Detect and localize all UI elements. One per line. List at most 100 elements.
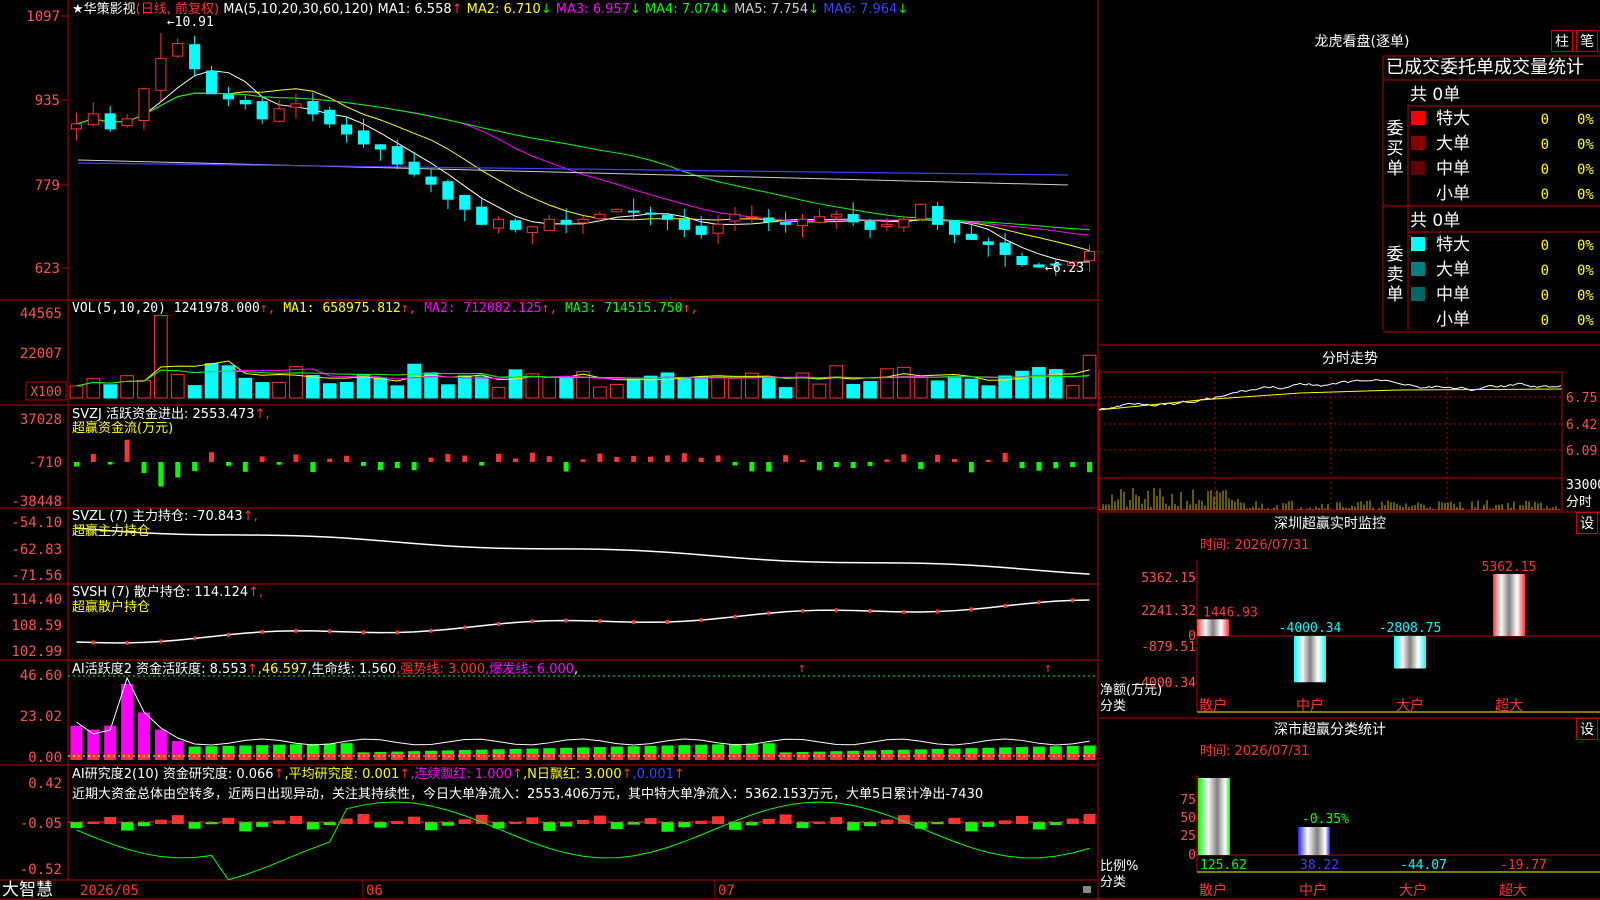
activity-base-bar bbox=[813, 754, 826, 760]
candle-body bbox=[965, 233, 977, 240]
candle-body bbox=[374, 144, 386, 150]
classify-y-tick: 50 bbox=[1180, 811, 1196, 826]
research-line bbox=[76, 801, 1090, 881]
svsh-marker bbox=[767, 611, 771, 616]
research-bar bbox=[1083, 814, 1096, 824]
volume-bar bbox=[322, 383, 337, 399]
volume-bar bbox=[829, 365, 844, 399]
volume-bar bbox=[103, 384, 118, 399]
ma-arrow: ↓ bbox=[808, 2, 823, 17]
research-bar bbox=[965, 822, 978, 832]
activity-base-bar bbox=[931, 754, 944, 760]
activity-base-bar bbox=[205, 754, 218, 760]
research-bar bbox=[762, 818, 775, 824]
classify-bar bbox=[1298, 827, 1330, 855]
svsh-y-tick: 102.99 bbox=[11, 644, 62, 660]
ma-arrow: ↓ bbox=[541, 2, 556, 17]
candle-body bbox=[813, 216, 825, 223]
volume-panel[interactable] bbox=[69, 314, 1097, 399]
high-price-label: ←10.91 bbox=[167, 15, 214, 30]
candle-body bbox=[104, 113, 116, 130]
candle-body bbox=[847, 214, 859, 223]
size-volume: 0 bbox=[1541, 313, 1549, 329]
size-name: 中单 bbox=[1436, 285, 1470, 305]
svzj-panel[interactable] bbox=[73, 439, 1093, 487]
activity-base-bar bbox=[340, 754, 353, 760]
candle-body bbox=[341, 124, 353, 135]
fund-flow-bar bbox=[175, 462, 181, 478]
svsh-panel[interactable] bbox=[76, 598, 1090, 645]
fund-flow-bar bbox=[833, 462, 839, 468]
research-bar bbox=[796, 822, 809, 828]
size-name: 中单 bbox=[1436, 159, 1470, 179]
research-bar bbox=[1032, 822, 1045, 830]
ai-activity-panel[interactable] bbox=[68, 675, 1098, 760]
activity-base-bar bbox=[188, 754, 201, 760]
ai-research-panel[interactable] bbox=[68, 801, 1098, 881]
vol-header-part: VOL(5,10,20) bbox=[72, 301, 174, 316]
fund-flow-bar bbox=[377, 462, 383, 471]
svsh-marker bbox=[564, 618, 568, 623]
fund-flow-bar bbox=[360, 462, 366, 466]
fund-flow-bar bbox=[479, 462, 485, 466]
ma-value: MA3: 6.957 bbox=[556, 2, 630, 17]
research-bar bbox=[374, 822, 387, 828]
candle-body bbox=[476, 206, 488, 225]
monitor-bar-label: -2808.75 bbox=[1379, 621, 1442, 636]
candle-body bbox=[695, 225, 707, 235]
fund-flow-bar bbox=[867, 462, 873, 466]
fund-flow-bar bbox=[1070, 462, 1076, 468]
ai2-y-tick: -0.52 bbox=[20, 862, 62, 878]
svzj-arrow: ↑, bbox=[255, 407, 270, 422]
candle-body bbox=[1033, 264, 1045, 268]
fund-flow-bar bbox=[766, 462, 772, 472]
monitor-settings-button[interactable]: 设 bbox=[1576, 512, 1598, 534]
size-name: 大单 bbox=[1436, 260, 1470, 280]
candle-body bbox=[239, 99, 251, 105]
activity-base-bar bbox=[695, 754, 708, 760]
activity-base-bar bbox=[256, 754, 269, 760]
volume-bar bbox=[711, 375, 725, 399]
activity-base-bar bbox=[728, 754, 741, 760]
kline-panel[interactable] bbox=[70, 33, 1096, 276]
activity-line bbox=[76, 676, 1090, 746]
svzl-y-tick: -54.10 bbox=[11, 515, 62, 531]
fund-flow-bar bbox=[918, 462, 924, 470]
activity-base-bar bbox=[796, 754, 809, 760]
svsh-marker bbox=[125, 640, 129, 645]
x-axis-label: 06 bbox=[366, 883, 383, 899]
svzl-panel[interactable] bbox=[76, 527, 1090, 575]
candle-body bbox=[611, 208, 623, 213]
fund-flow-bar bbox=[951, 459, 957, 462]
vol-ma-value: MA2: 712082.125 bbox=[424, 301, 541, 316]
classify-settings-button[interactable]: 设 bbox=[1576, 718, 1598, 740]
research-bar bbox=[644, 818, 657, 824]
ai2-header-part: ,平均研究度: 0.001 bbox=[284, 766, 399, 782]
research-bar bbox=[357, 814, 370, 824]
activity-base-bar bbox=[121, 754, 134, 760]
activity-base-bar bbox=[577, 754, 589, 760]
svzl-title-text: SVZL (7) 主力持仓: -70.843 bbox=[72, 509, 243, 524]
ma-value: MA4: 7.074 bbox=[645, 2, 719, 17]
tick-mode-button[interactable]: 笔 bbox=[1576, 30, 1598, 52]
activity-base-bar bbox=[273, 754, 286, 760]
size-name: 大单 bbox=[1436, 134, 1470, 154]
volume-bar bbox=[542, 376, 557, 399]
volume-bar bbox=[491, 386, 506, 399]
svsh-marker bbox=[463, 625, 467, 630]
side-label-char: 委 bbox=[1387, 119, 1404, 139]
activity-base-bar bbox=[745, 754, 758, 760]
activity-base-bar bbox=[779, 754, 792, 760]
fund-flow-bar bbox=[394, 462, 400, 469]
candle-body bbox=[594, 213, 606, 220]
candle-body bbox=[1016, 255, 1028, 265]
volume-bar bbox=[154, 314, 168, 399]
bar-mode-button[interactable]: 柱 bbox=[1551, 30, 1573, 52]
volume-bar bbox=[272, 381, 286, 399]
volume-bar bbox=[778, 387, 793, 399]
candle-body bbox=[290, 103, 302, 108]
ai2-header-part: ↑ bbox=[622, 767, 633, 782]
classify-cat-label: 分类 bbox=[1100, 875, 1126, 890]
fund-flow-bar bbox=[631, 455, 637, 462]
activity-base-bar bbox=[982, 754, 995, 760]
